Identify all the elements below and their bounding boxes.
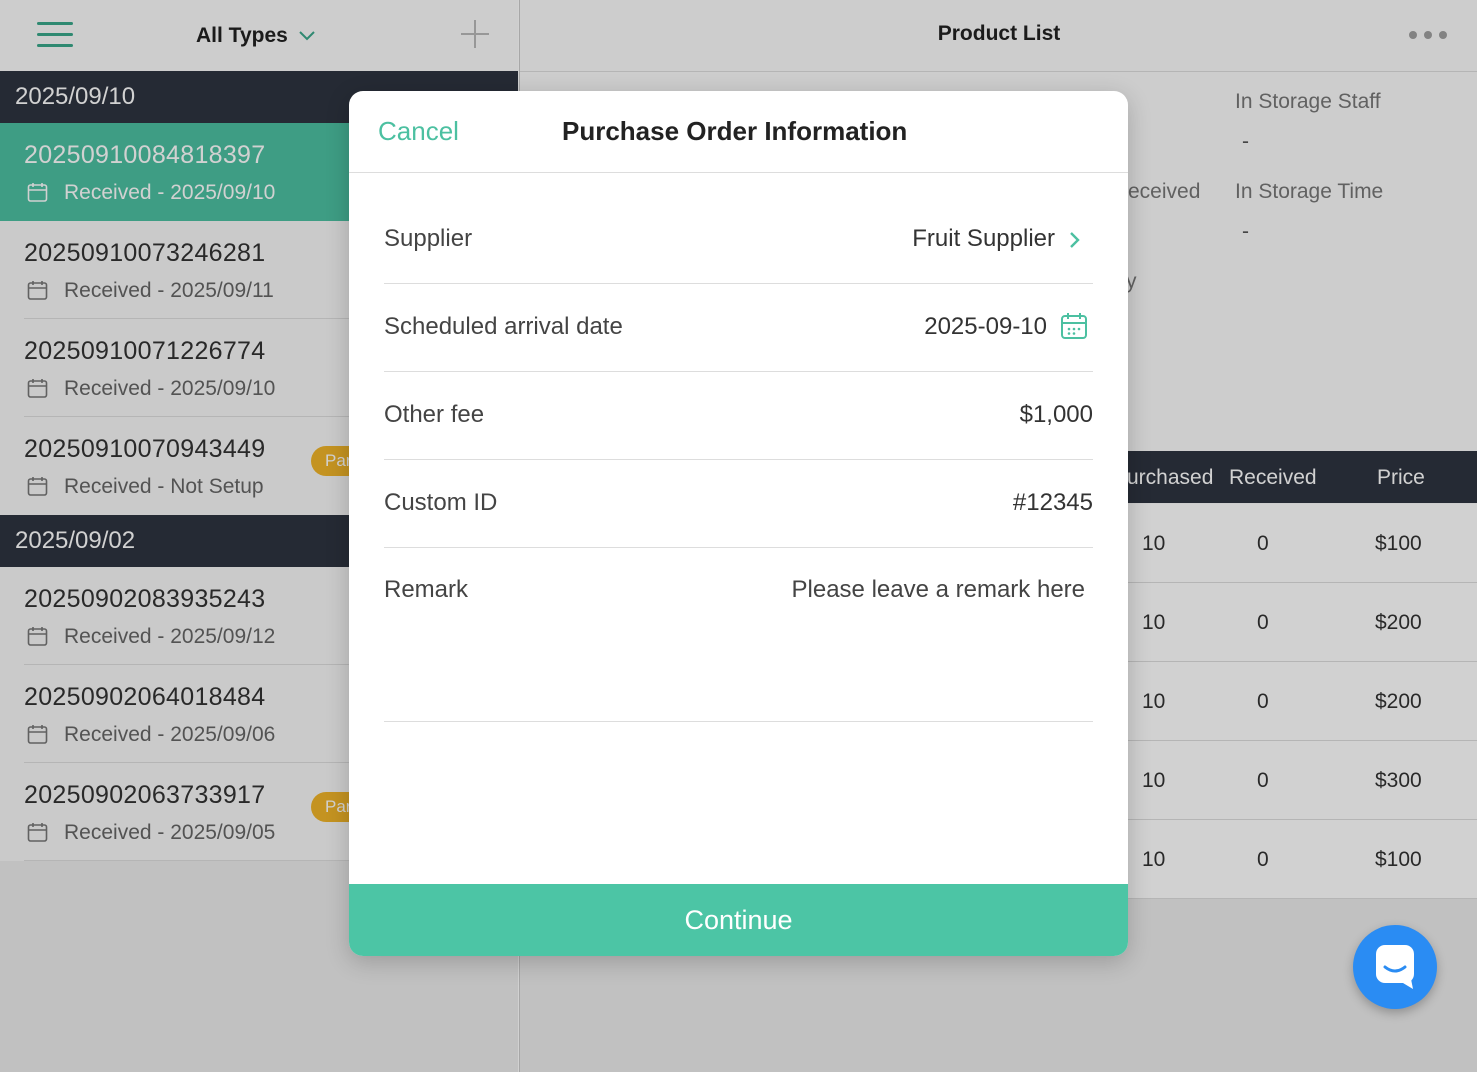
modal-title: Purchase Order Information [562,116,908,146]
chevron-right-icon [1070,232,1080,248]
custom-id-label: Custom ID [384,489,498,516]
continue-button[interactable]: Continue [349,884,1128,956]
calendar-icon[interactable] [1060,312,1088,340]
remark-field[interactable]: Remark [384,547,1093,722]
remark-label: Remark [384,576,469,603]
supplier-label: Supplier [384,225,473,252]
custom-id-field[interactable]: Custom ID #12345 [384,459,1093,548]
chat-support-button[interactable] [1353,925,1437,1009]
scheduled-arrival-date-value: 2025-09-10 [924,313,1047,340]
custom-id-value[interactable]: #12345 [1013,489,1093,517]
purchase-order-modal: Cancel Purchase Order Information Suppli… [349,91,1128,956]
other-fee-label: Other fee [384,401,485,428]
scheduled-arrival-date-label: Scheduled arrival date [384,313,623,340]
supplier-value: Fruit Supplier [912,225,1055,252]
chat-bubble-icon [1376,945,1414,989]
other-fee-field[interactable]: Other fee $1,000 [384,371,1093,460]
other-fee-value[interactable]: $1,000 [1020,401,1093,429]
remark-input[interactable] [645,576,1085,604]
supplier-field[interactable]: Supplier Fruit Supplier [384,195,1093,284]
modal-header: Cancel Purchase Order Information [349,91,1128,173]
cancel-button[interactable]: Cancel [378,116,459,147]
scheduled-arrival-date-field[interactable]: Scheduled arrival date 2025-09-10 [384,283,1093,372]
